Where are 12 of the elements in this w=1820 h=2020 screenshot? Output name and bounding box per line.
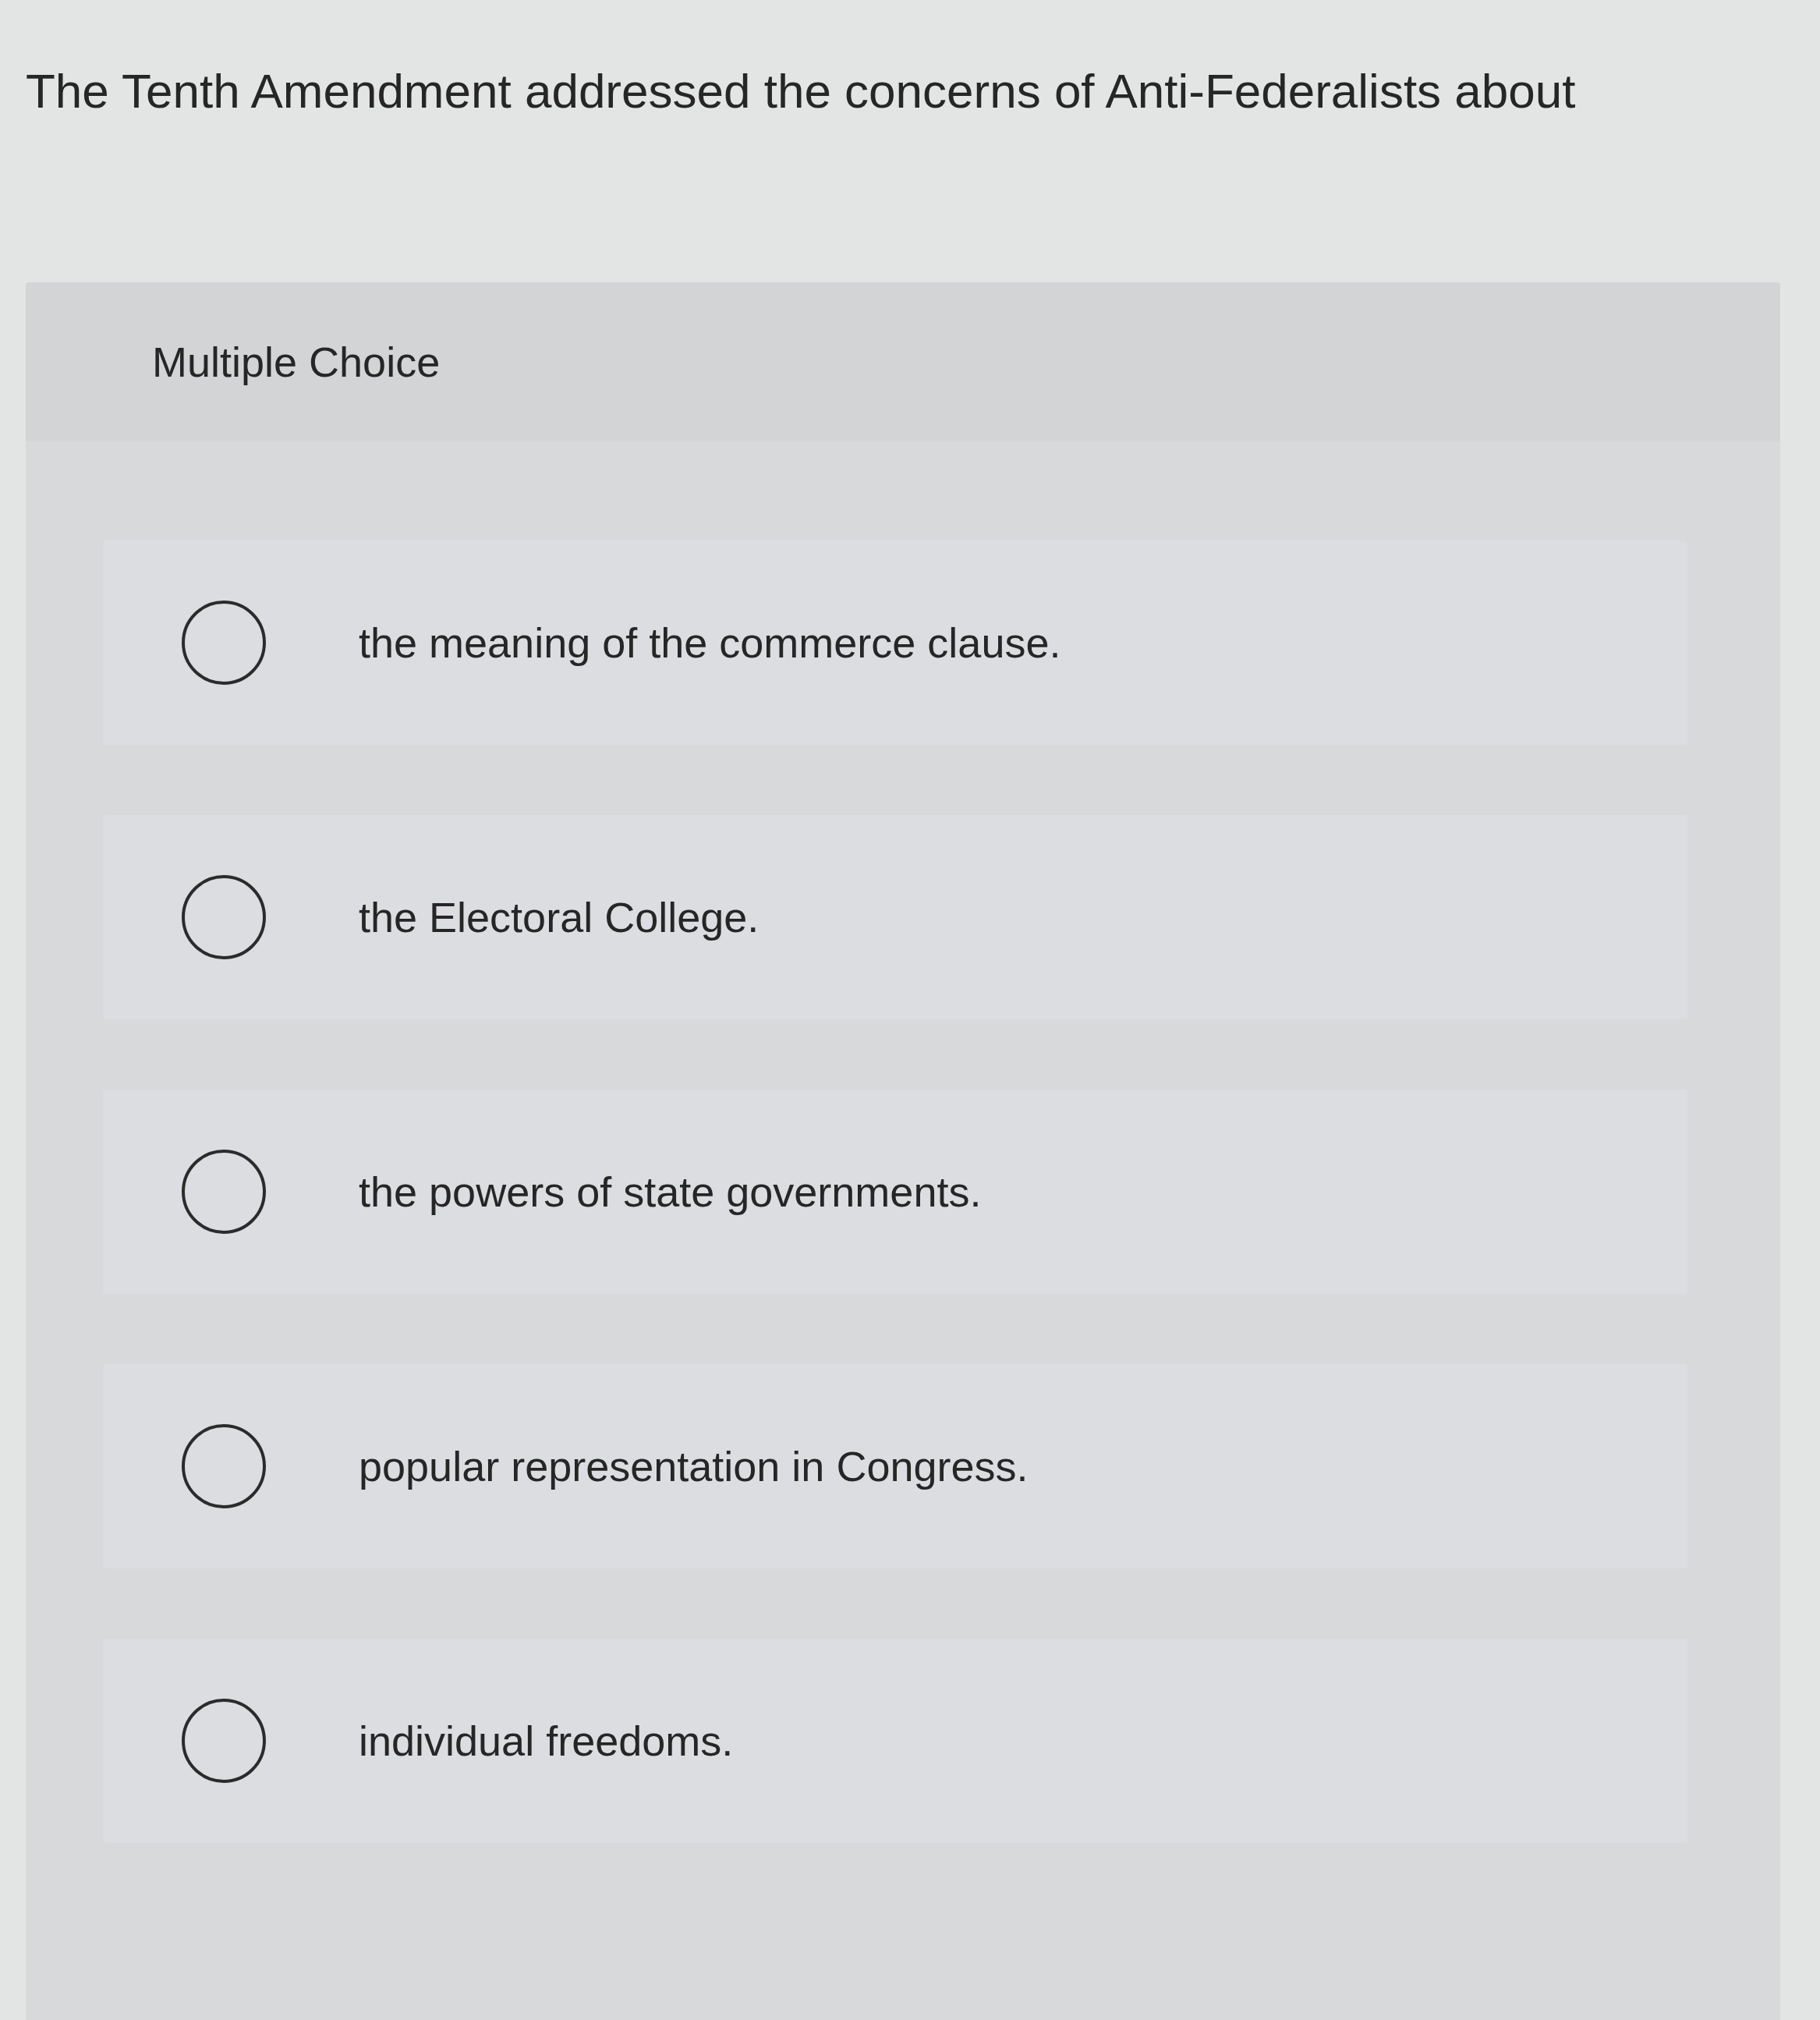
radio-button[interactable] [181,600,267,686]
option-label[interactable]: the powers of state governments. [359,1167,982,1217]
question-text: The Tenth Amendment addressed the concerns of Anti-Federalists about [26,63,1576,119]
option-label[interactable]: the Electoral College. [359,892,760,943]
option-label[interactable]: popular representation in Congress. [359,1441,1029,1492]
radio-button[interactable] [181,874,267,961]
option-label[interactable]: individual freedoms. [359,1716,734,1767]
question-type-label: Multiple Choice [152,338,441,387]
radio-button[interactable] [181,1149,267,1235]
radio-button[interactable] [181,1423,267,1510]
option-label[interactable]: the meaning of the commerce clause. [359,618,1061,668]
radio-button[interactable] [181,1698,267,1784]
